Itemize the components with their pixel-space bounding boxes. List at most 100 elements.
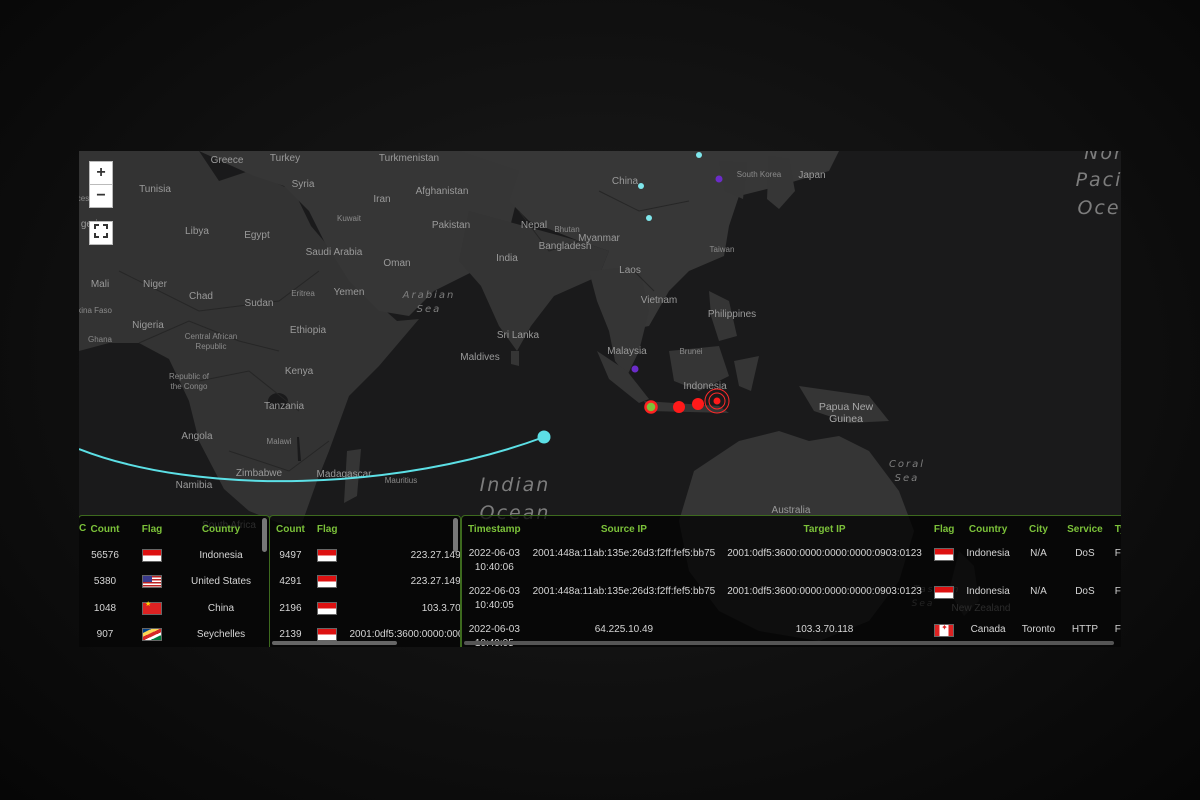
flag-cell (131, 542, 173, 569)
time-text: 10:40:06 (474, 562, 514, 573)
marker-china-2 (638, 183, 644, 189)
flag-cell (928, 542, 961, 580)
top-ips-table: Count Flag IP 9497 223.27.149.6 4291 223… (270, 516, 461, 647)
ips-scrollbar[interactable] (453, 518, 458, 552)
country-label: Ghana (88, 335, 113, 344)
country-label: China (612, 176, 639, 187)
flag-cell (311, 595, 344, 622)
attack-row[interactable]: 2022-06-03 10:40:06 2001:448a:11ab:135e:… (462, 542, 1121, 580)
col-country: Country (968, 523, 1008, 535)
country-label: Egypt (244, 230, 270, 241)
marker-korea (715, 175, 723, 183)
country-label: Syria (292, 179, 315, 190)
country-row[interactable]: 56576 Indonesia (79, 542, 269, 569)
country-label: Malawi (267, 437, 292, 446)
panel-edge-fragment: C (79, 523, 87, 534)
country-cell: Seychelles (196, 629, 246, 641)
country-label: Indonesia (683, 381, 727, 392)
marker-attack-1 (673, 401, 685, 413)
flag-cell (928, 580, 961, 618)
target-ip-cell: 2001:0df5:3600:0000:0000:0000:0903:0123 (727, 586, 922, 597)
flag-icon (142, 628, 162, 642)
count-cell: 4291 (279, 576, 302, 588)
ip-row[interactable]: 2196 103.3.70.1 (270, 595, 461, 622)
country-label: Iran (373, 194, 390, 205)
source-ip-cell: 2001:448a:11ab:135e:26d3:f2ff:fef5:bb75 (532, 548, 716, 559)
date-text: 2022-06-03 (468, 624, 520, 635)
country-label: Vietnam (641, 295, 678, 306)
flag-cell (131, 569, 173, 596)
countries-scrollbar[interactable] (262, 518, 267, 552)
country-label: Ethiopia (290, 325, 327, 336)
attack-map-frame: Greece Turkey Turkmenistan Tunisia Syria Afgh… (79, 151, 1121, 647)
country-cell: China (207, 602, 235, 614)
country-label: Bhutan (554, 225, 579, 234)
country-label: Turkmenistan (379, 153, 439, 164)
country-label: Turkey (270, 153, 300, 164)
marker-attack-2 (692, 398, 704, 410)
country-label: Tanzania (264, 401, 304, 412)
country-cell: Indonesia (199, 549, 243, 561)
zoom-out-button[interactable]: − (89, 184, 113, 208)
country-label: Philippines (708, 309, 756, 320)
flag-icon (934, 586, 955, 599)
country-label: Laos (619, 265, 641, 276)
country-row[interactable]: 1048 China (79, 595, 269, 622)
attacks-hscrollbar[interactable] (464, 641, 1114, 645)
fullscreen-button[interactable] (89, 221, 113, 245)
ocean-label: Oce (1077, 197, 1120, 219)
col-target-ip: Target IP (803, 523, 846, 535)
source-ip-cell: 2001:448a:11ab:135e:26d3:f2ff:fef5:bb75 (532, 586, 716, 597)
country-label: Libya (185, 226, 209, 237)
sea-label: Sea (895, 473, 920, 484)
flag-icon (142, 600, 162, 615)
country-label: Taiwan (710, 245, 735, 254)
top-ips-panel: Count Flag IP 9497 223.27.149.6 4291 223… (269, 515, 461, 647)
ocean-label: Indian (480, 474, 551, 496)
country-label: Japan (798, 170, 825, 181)
country-label: Sudan (245, 298, 274, 309)
country-label: Saudi Arabia (306, 247, 363, 258)
top-countries-table: Count Flag Country 56576 Indonesia 5380 … (79, 516, 269, 647)
ips-hscrollbar[interactable] (272, 641, 397, 645)
country-row[interactable]: 907 Seychelles (79, 622, 269, 648)
flag-cell (311, 542, 344, 569)
ip-cell: 103.3.70.1 (421, 602, 461, 614)
ip-row[interactable]: 9497 223.27.149.6 (270, 542, 461, 569)
flag-icon (934, 623, 955, 637)
country-label: the Congo (171, 382, 208, 391)
zoom-in-button[interactable]: + (89, 161, 113, 185)
col-flag: Flag (933, 523, 955, 535)
ip-row[interactable]: 4291 223.27.149.1 (270, 569, 460, 596)
country-label: Guinea (829, 413, 863, 425)
country-row[interactable]: 5380 United States (79, 569, 269, 596)
timestamp-cell: 2022-06-03 10:40:05 (462, 580, 527, 618)
col-country: Country (201, 523, 241, 535)
city-cell: N/A (1030, 586, 1047, 597)
col-flag: Flag (141, 523, 163, 535)
timestamp-cell: 2022-06-03 10:40:06 (462, 542, 527, 580)
country-label: Zimbabwe (236, 468, 283, 479)
count-cell: 907 (96, 629, 114, 641)
col-ip: IP (343, 516, 461, 542)
type-cell: FLOW (1114, 586, 1121, 597)
target-ip-cell: 2001:0df5:3600:0000:0000:0000:0903:0123 (727, 548, 922, 559)
country-label: Maldives (460, 352, 499, 363)
country-label: Niger (143, 279, 168, 290)
sea-label: Coral (889, 459, 925, 470)
col-city: City (1029, 523, 1048, 535)
country-label: Republic (195, 342, 226, 351)
country-label: Angola (181, 431, 213, 442)
country-label: South Korea (737, 170, 782, 179)
country-label: Central African (185, 332, 237, 341)
flag-cell (311, 569, 344, 596)
ip-cell: 223.27.149.6 (410, 549, 461, 561)
attack-row[interactable]: 2022-06-03 10:40:05 2001:448a:11ab:135e:… (462, 580, 1121, 618)
flag-icon (142, 575, 162, 589)
country-label: Kenya (285, 366, 314, 377)
marker-china-3 (646, 215, 652, 221)
country-label: Yemen (334, 287, 365, 298)
service-cell: DoS (1075, 548, 1095, 559)
sea-label: Arabian (402, 290, 456, 301)
city-cell: N/A (1030, 548, 1047, 559)
